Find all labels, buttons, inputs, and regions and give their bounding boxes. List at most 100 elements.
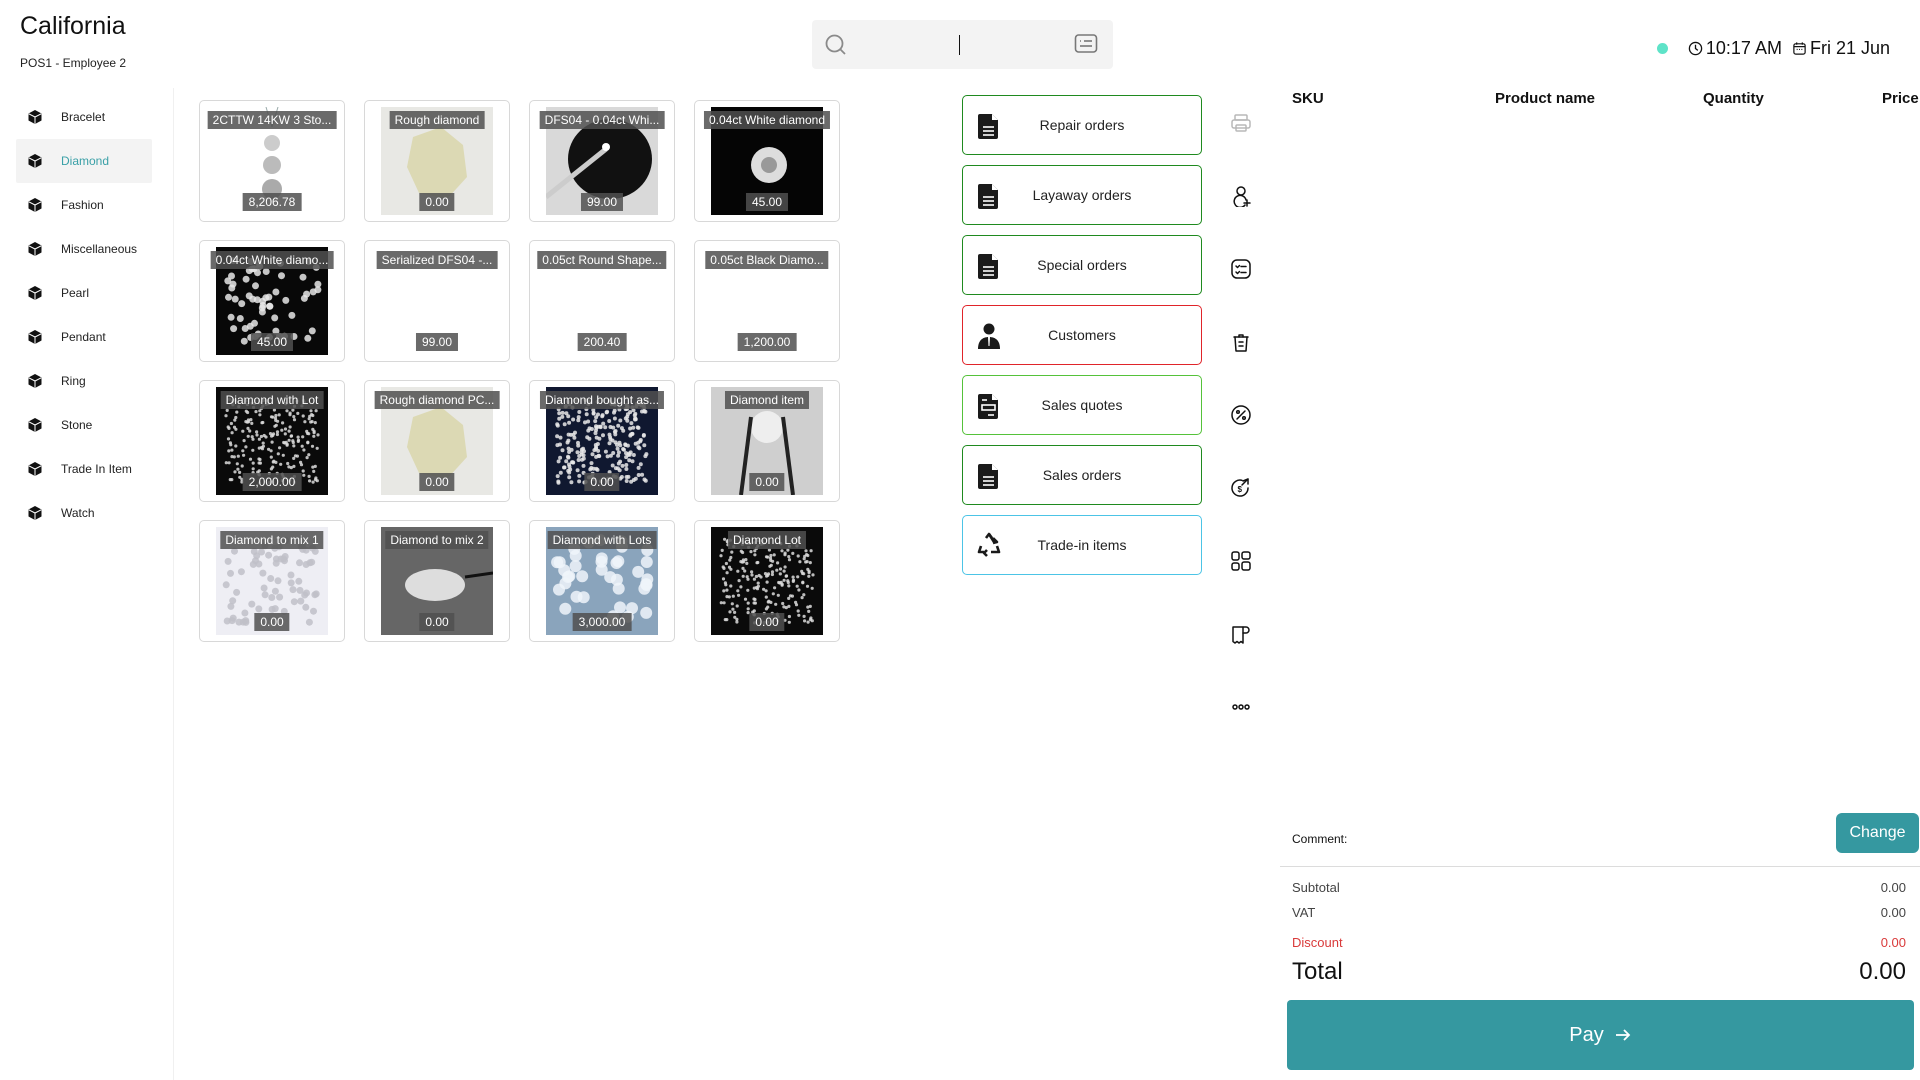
cube-icon bbox=[28, 198, 42, 212]
product-price: 3,000.00 bbox=[572, 613, 632, 631]
svg-text:$: $ bbox=[1238, 485, 1243, 494]
add-customer-icon[interactable] bbox=[1230, 185, 1252, 207]
product-price: 99.00 bbox=[415, 333, 459, 351]
current-time: 10:17 AM bbox=[1705, 38, 1782, 58]
category-miscellaneous[interactable]: Miscellaneous bbox=[16, 227, 152, 271]
clock-icon bbox=[1688, 41, 1703, 56]
subtotal-value: 0.00 bbox=[1880, 880, 1906, 895]
column-price[interactable]: Price bbox=[1882, 90, 1919, 107]
column-sku[interactable]: SKU bbox=[1292, 90, 1324, 107]
product-card[interactable]: Rough diamond 0.00 bbox=[364, 100, 510, 222]
category-trade-in-item[interactable]: Trade In Item bbox=[16, 447, 152, 491]
category-label: Bracelet bbox=[61, 110, 106, 124]
repair-orders-button[interactable]: Repair orders bbox=[962, 95, 1202, 155]
vat-label: VAT bbox=[1292, 905, 1316, 920]
product-card[interactable]: 0.05ct Round Shape... 200.40 bbox=[529, 240, 675, 362]
cube-icon bbox=[28, 462, 42, 476]
column-product-name[interactable]: Product name bbox=[1495, 90, 1595, 107]
customers-button[interactable]: Customers bbox=[962, 305, 1202, 365]
product-card[interactable]: DFS04 - 0.04ct Whi... 99.00 bbox=[529, 100, 675, 222]
category-label: Ring bbox=[61, 374, 86, 388]
product-price: 99.00 bbox=[580, 193, 624, 211]
product-card[interactable]: 0.05ct Black Diamo... 1,200.00 bbox=[694, 240, 840, 362]
product-card[interactable]: Diamond with Lots 3,000.00 bbox=[529, 520, 675, 642]
pay-label: Pay bbox=[1569, 1023, 1604, 1046]
sales-orders-button[interactable]: Sales orders bbox=[962, 445, 1202, 505]
product-price: 0.00 bbox=[419, 473, 455, 491]
discount-icon[interactable] bbox=[1230, 404, 1252, 426]
search-icon[interactable] bbox=[824, 33, 848, 57]
more-icon[interactable] bbox=[1230, 696, 1252, 718]
product-card[interactable]: 0.04ct White diamond 45.00 bbox=[694, 100, 840, 222]
special-orders-button[interactable]: Special orders bbox=[962, 235, 1202, 295]
category-stone[interactable]: Stone bbox=[16, 403, 152, 447]
product-name: 0.05ct Black Diamo... bbox=[705, 251, 829, 269]
product-price: 45.00 bbox=[745, 193, 789, 211]
comment-label: Comment: bbox=[1292, 832, 1348, 846]
quick-actions: Repair orders Layaway orders Special order… bbox=[962, 95, 1202, 585]
product-name: Diamond with Lot bbox=[220, 391, 324, 409]
product-name: DFS04 - 0.04ct Whi... bbox=[539, 111, 665, 129]
product-name: Diamond bought as... bbox=[539, 391, 665, 409]
product-card[interactable]: Diamond with Lot 2,000.00 bbox=[199, 380, 345, 502]
apps-grid-icon[interactable] bbox=[1230, 550, 1252, 572]
product-name: 0.05ct Round Shape... bbox=[537, 251, 667, 269]
category-diamond[interactable]: Diamond bbox=[16, 139, 152, 183]
print-icon[interactable] bbox=[1230, 112, 1252, 134]
category-label: Diamond bbox=[61, 154, 110, 168]
product-card[interactable]: 2CTTW 14KW 3 Sto... 8,206.78 bbox=[199, 100, 345, 222]
product-name: Diamond to mix 1 bbox=[220, 531, 324, 549]
cube-icon bbox=[28, 242, 42, 256]
sidebar-divider bbox=[173, 88, 174, 1080]
cash-out-icon[interactable]: $ bbox=[1230, 477, 1252, 499]
column-quantity[interactable]: Quantity bbox=[1703, 90, 1764, 107]
total-row: Total 0.00 bbox=[1292, 958, 1906, 986]
category-pearl[interactable]: Pearl bbox=[16, 271, 152, 315]
category-label: Pendant bbox=[61, 330, 106, 344]
change-comment-button[interactable]: Change bbox=[1836, 813, 1919, 853]
product-card[interactable]: Diamond to mix 2 0.00 bbox=[364, 520, 510, 642]
category-label: Pearl bbox=[61, 286, 90, 300]
status-bar: 10:17 AM Fri 21 Jun bbox=[1656, 38, 1890, 59]
trade-in-items-button[interactable]: Trade-in items bbox=[962, 515, 1202, 575]
category-fashion[interactable]: Fashion bbox=[16, 183, 152, 227]
search-bar[interactable] bbox=[812, 20, 1113, 69]
product-price: 8,206.78 bbox=[242, 193, 302, 211]
search-input[interactable] bbox=[862, 30, 1062, 60]
pay-button[interactable]: Pay bbox=[1287, 1000, 1914, 1070]
product-name: Serialized DFS04 -... bbox=[376, 251, 498, 269]
category-pendant[interactable]: Pendant bbox=[16, 315, 152, 359]
customer-icon bbox=[978, 323, 1000, 349]
sales-quotes-button[interactable]: Sales quotes bbox=[962, 375, 1202, 435]
cube-icon bbox=[28, 154, 42, 168]
cart-table-header: SKU Product name Quantity Price bbox=[1292, 90, 1920, 110]
subtotal-row: Subtotal 0.00 bbox=[1292, 880, 1906, 895]
product-price: 0.00 bbox=[584, 473, 620, 491]
checklist-icon[interactable] bbox=[1230, 258, 1252, 280]
receipt-icon[interactable] bbox=[1230, 623, 1252, 645]
product-name: Diamond item bbox=[724, 391, 810, 409]
category-label: Watch bbox=[61, 506, 95, 520]
layaway-orders-button[interactable]: Layaway orders bbox=[962, 165, 1202, 225]
product-price: 0.00 bbox=[254, 613, 290, 631]
product-card[interactable]: 0.04ct White diamo... 45.00 bbox=[199, 240, 345, 362]
product-grid: 2CTTW 14KW 3 Sto... 8,206.78 Rough diamond… bbox=[199, 100, 840, 642]
discount-label: Discount bbox=[1292, 935, 1343, 950]
product-price: 200.40 bbox=[577, 333, 627, 351]
category-ring[interactable]: Ring bbox=[16, 359, 152, 403]
product-card[interactable]: Diamond Lot 0.00 bbox=[694, 520, 840, 642]
trash-icon[interactable] bbox=[1230, 331, 1252, 353]
product-card[interactable]: Rough diamond PC... 0.00 bbox=[364, 380, 510, 502]
keyboard-icon[interactable] bbox=[1074, 33, 1098, 55]
category-bracelet[interactable]: Bracelet bbox=[16, 95, 152, 139]
document-icon bbox=[978, 114, 998, 139]
product-card[interactable]: Serialized DFS04 -... 99.00 bbox=[364, 240, 510, 362]
product-card[interactable]: Diamond item 0.00 bbox=[694, 380, 840, 502]
product-card[interactable]: Diamond bought as... 0.00 bbox=[529, 380, 675, 502]
total-value: 0.00 bbox=[1859, 958, 1906, 985]
product-card[interactable]: Diamond to mix 1 0.00 bbox=[199, 520, 345, 642]
cart-panel: SKU Product name Quantity Price bbox=[1280, 80, 1920, 1080]
category-label: Fashion bbox=[61, 198, 104, 212]
category-watch[interactable]: Watch bbox=[16, 491, 152, 535]
product-price: 0.00 bbox=[419, 613, 455, 631]
